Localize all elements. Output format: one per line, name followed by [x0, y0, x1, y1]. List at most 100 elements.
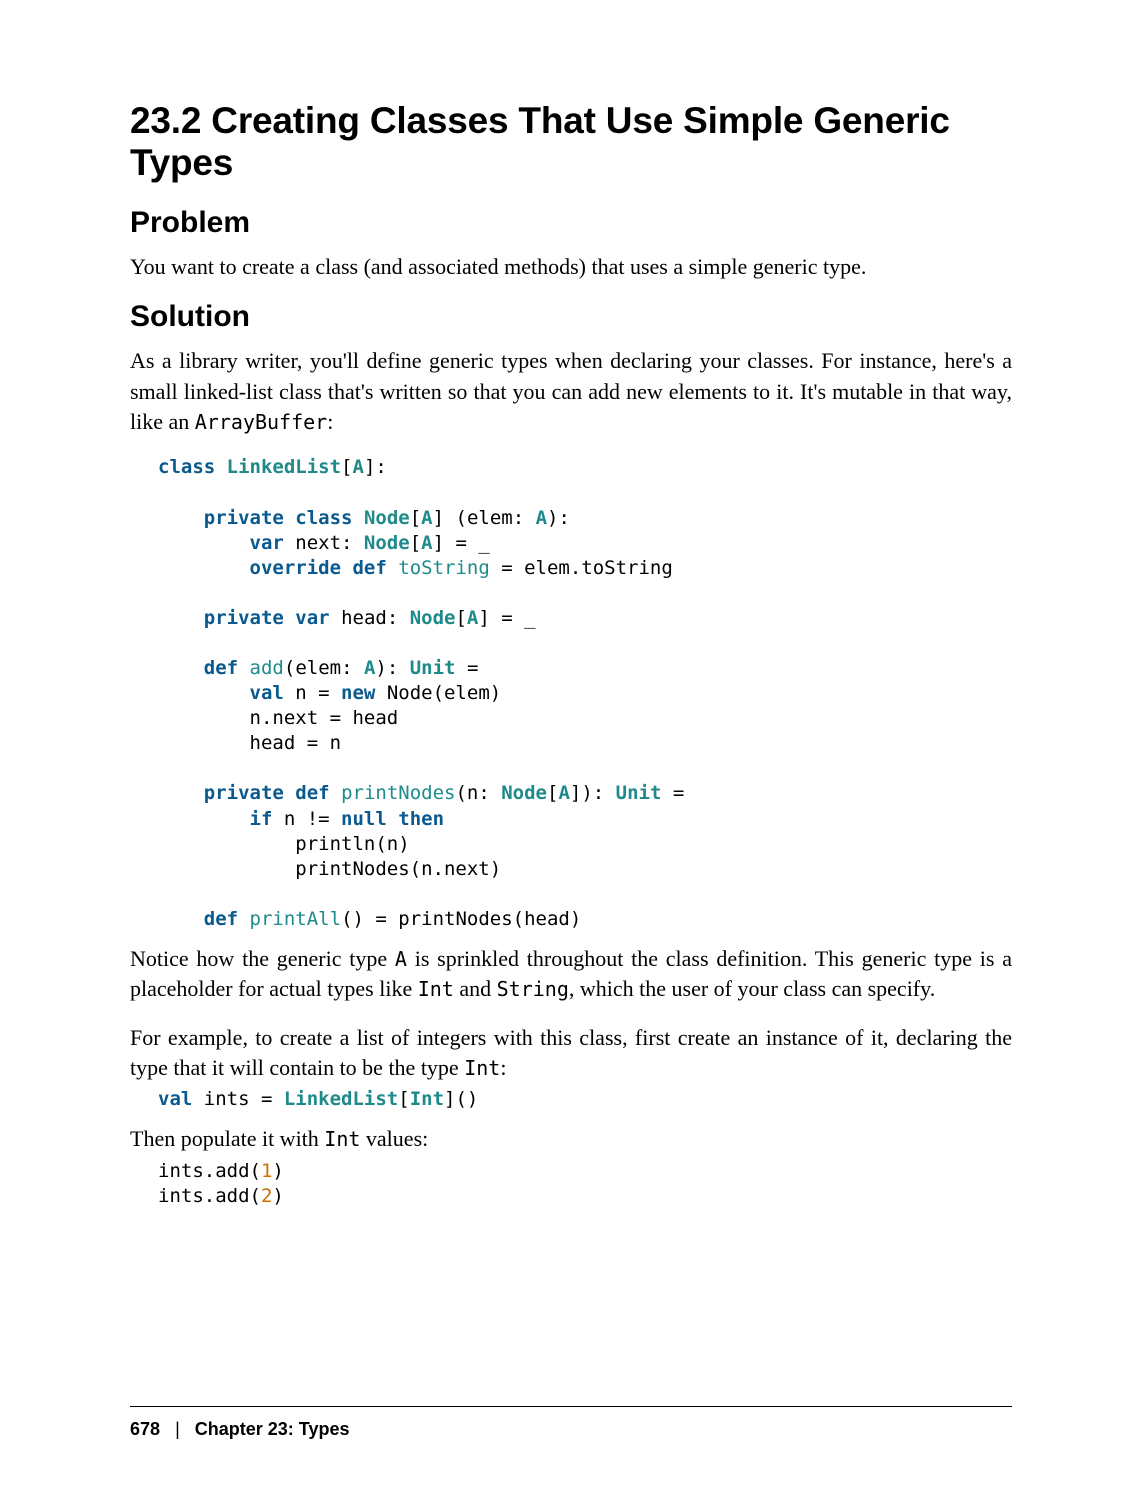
- code-text: [: [341, 456, 352, 478]
- code-text: =: [456, 657, 479, 679]
- inline-code-a: A: [395, 947, 407, 971]
- code-keyword: class: [158, 456, 215, 478]
- paragraph-notice: Notice how the generic type A is sprinkl…: [130, 944, 1012, 1005]
- code-text: (n:: [455, 782, 501, 804]
- code-type: Int: [410, 1088, 444, 1110]
- code-type: A: [421, 532, 432, 554]
- code-keyword: var: [295, 607, 329, 629]
- text: Then populate it with: [130, 1126, 324, 1151]
- text: , which the user of your class can speci…: [569, 976, 935, 1001]
- code-text: [: [547, 782, 558, 804]
- text: :: [327, 409, 333, 434]
- code-type: A: [421, 507, 432, 529]
- code-keyword: def: [204, 908, 238, 930]
- content-area: 23.2 Creating Classes That Use Simple Ge…: [130, 100, 1012, 1406]
- code-text: ):: [547, 507, 570, 529]
- code-type: A: [467, 607, 478, 629]
- code-keyword: def: [204, 657, 238, 679]
- code-text: (elem:: [284, 657, 364, 679]
- code-text: ): [272, 1185, 283, 1207]
- code-keyword: private: [204, 782, 284, 804]
- code-text: ] = _: [478, 607, 535, 629]
- code-keyword: def: [352, 557, 386, 579]
- code-text: = elem.toString: [490, 557, 673, 579]
- code-text: [: [398, 1088, 409, 1110]
- code-keyword: private: [204, 607, 284, 629]
- code-keyword: override: [250, 557, 342, 579]
- code-text: ): [272, 1160, 283, 1182]
- code-text: head = n: [250, 732, 342, 754]
- page-footer: 678 | Chapter 23: Types: [130, 1406, 1012, 1440]
- code-text: printNodes(n.next): [295, 858, 501, 880]
- code-type: Node: [364, 532, 410, 554]
- paragraph-example: For example, to create a list of integer…: [130, 1023, 1012, 1084]
- text: :: [500, 1055, 506, 1080]
- code-type: A: [364, 657, 375, 679]
- code-text: n.next = head: [250, 707, 399, 729]
- code-type: Unit: [616, 782, 662, 804]
- code-block-instantiate: val ints = LinkedList[Int](): [158, 1087, 1012, 1112]
- code-function: printNodes: [341, 782, 455, 804]
- inline-code-int: Int: [464, 1056, 500, 1080]
- code-text: Node(elem): [375, 682, 501, 704]
- code-text: head:: [330, 607, 410, 629]
- inline-code-arraybuffer: ArrayBuffer: [195, 410, 327, 434]
- code-number: 2: [261, 1185, 272, 1207]
- heading-problem: Problem: [130, 206, 1012, 240]
- code-type: A: [536, 507, 547, 529]
- code-text: ](): [444, 1088, 478, 1110]
- code-text: ints =: [192, 1088, 284, 1110]
- code-type: Node: [410, 607, 456, 629]
- text: Notice how the generic type: [130, 946, 395, 971]
- inline-code-string: String: [497, 977, 569, 1001]
- code-text: [: [455, 607, 466, 629]
- code-type: LinkedList: [284, 1088, 398, 1110]
- code-text: println(n): [295, 833, 409, 855]
- code-keyword: def: [295, 782, 329, 804]
- code-text: () = printNodes(head): [341, 908, 581, 930]
- code-text: [: [410, 507, 421, 529]
- page: 23.2 Creating Classes That Use Simple Ge…: [0, 0, 1142, 1500]
- code-text: ):: [375, 657, 409, 679]
- inline-code-int: Int: [418, 977, 454, 1001]
- code-keyword: val: [158, 1088, 192, 1110]
- code-keyword: new: [341, 682, 375, 704]
- code-text: ] (elem:: [433, 507, 536, 529]
- code-text: ]):: [570, 782, 616, 804]
- code-keyword: var: [250, 532, 284, 554]
- code-type: Node: [364, 507, 410, 529]
- paragraph-then: Then populate it with Int values:: [130, 1124, 1012, 1154]
- code-type: A: [353, 456, 364, 478]
- code-type: A: [558, 782, 569, 804]
- code-keyword: class: [295, 507, 352, 529]
- code-text: n =: [284, 682, 341, 704]
- inline-code-int: Int: [324, 1127, 360, 1151]
- code-block-add: ints.add(1) ints.add(2): [158, 1159, 1012, 1209]
- chapter-label: Chapter 23: Types: [195, 1419, 350, 1439]
- paragraph-solution: As a library writer, you'll define gener…: [130, 346, 1012, 437]
- code-text: ] = _: [433, 532, 490, 554]
- code-keyword: val: [250, 682, 284, 704]
- code-keyword: if: [250, 808, 273, 830]
- code-function: printAll: [250, 908, 342, 930]
- code-keyword: null: [341, 808, 387, 830]
- section-title: 23.2 Creating Classes That Use Simple Ge…: [130, 100, 1012, 184]
- text: values:: [360, 1126, 428, 1151]
- paragraph-problem: You want to create a class (and associat…: [130, 252, 1012, 282]
- code-text: next:: [284, 532, 364, 554]
- footer-separator: |: [175, 1419, 180, 1439]
- text: and: [454, 976, 497, 1001]
- heading-solution: Solution: [130, 300, 1012, 334]
- code-type: Node: [501, 782, 547, 804]
- code-text: [: [410, 532, 421, 554]
- code-function: toString: [398, 557, 490, 579]
- code-type: LinkedList: [227, 456, 341, 478]
- code-text: =: [661, 782, 684, 804]
- text: For example, to create a list of integer…: [130, 1025, 1012, 1080]
- code-function: add: [250, 657, 284, 679]
- code-keyword: then: [398, 808, 444, 830]
- code-text: ints.add(: [158, 1160, 261, 1182]
- code-text: ints.add(: [158, 1185, 261, 1207]
- page-number: 678: [130, 1419, 160, 1439]
- code-text: ]:: [364, 456, 387, 478]
